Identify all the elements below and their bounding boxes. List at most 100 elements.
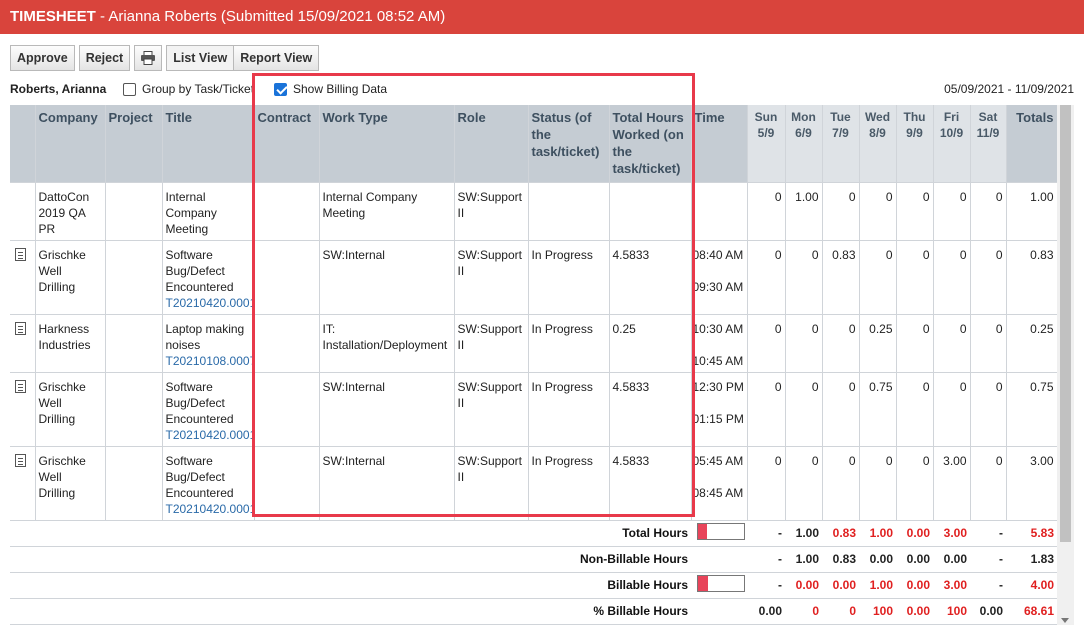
day-hours-cell[interactable]: 0 xyxy=(933,314,971,373)
checkmark-icon[interactable] xyxy=(274,82,287,96)
role-cell: SW:Support II xyxy=(454,240,529,315)
day-hours-cell[interactable]: 3.00 xyxy=(933,446,971,521)
project-cell xyxy=(105,182,163,241)
project-column-header[interactable]: Project xyxy=(105,105,163,183)
time-cell: 05:45 AM 08:45 AM xyxy=(691,446,748,521)
day-hours-cell[interactable]: 0 xyxy=(747,182,786,241)
day-hours-cell[interactable]: 0 xyxy=(785,372,823,447)
ticket-link[interactable]: T20210108.0007 xyxy=(166,353,254,369)
day-hours-cell[interactable]: 0 xyxy=(859,240,897,315)
table-row[interactable]: Grischke Well Drilling Software Bug/Defec… xyxy=(10,240,1058,315)
total-hours-column-header[interactable]: Total Hours Worked (on the task/ticket) xyxy=(609,105,692,183)
day-hours-cell[interactable]: 0 xyxy=(896,446,934,521)
contract-column-header[interactable]: Contract xyxy=(254,105,320,183)
day-hours-cell[interactable]: 0 xyxy=(822,182,860,241)
day-hours-cell[interactable]: 0 xyxy=(785,446,823,521)
row-total-cell: 0.25 xyxy=(1006,314,1058,373)
timesheet-table: Company Project Title Contract Work Type… xyxy=(10,105,1058,625)
day-hours-cell[interactable]: 0 xyxy=(822,372,860,447)
company-cell: DattoCon 2019 QA PR xyxy=(35,182,106,241)
summary-label: Billable Hours xyxy=(10,572,691,599)
day-header-fri: Fri 10/9 xyxy=(933,105,971,183)
project-cell xyxy=(105,372,163,447)
status-cell xyxy=(528,182,610,241)
reject-button[interactable]: Reject xyxy=(78,45,131,71)
time-start: 10:30 AM xyxy=(692,321,744,336)
summary-day-value: 0.00 xyxy=(896,546,933,573)
time-column-header[interactable]: Time xyxy=(691,105,748,183)
summary-day-value: - xyxy=(970,572,1006,599)
day-header-sun: Sun 5/9 xyxy=(747,105,786,183)
summary-bar-cell xyxy=(691,598,747,625)
total-hours-worked-cell: 4.5833 xyxy=(609,372,692,447)
day-hours-cell[interactable]: 0 xyxy=(822,314,860,373)
vertical-scrollbar[interactable] xyxy=(1057,105,1074,625)
day-hours-cell[interactable]: 0 xyxy=(785,314,823,373)
day-hours-cell[interactable]: 0.83 xyxy=(822,240,860,315)
approve-button[interactable]: Approve xyxy=(10,45,75,71)
day-hours-cell[interactable]: 0 xyxy=(970,182,1007,241)
document-icon[interactable] xyxy=(15,321,26,335)
day-hours-cell[interactable]: 0 xyxy=(747,314,786,373)
ticket-link[interactable]: T20210420.0001 xyxy=(166,427,254,443)
scrollbar-thumb[interactable] xyxy=(1060,105,1071,542)
day-hours-cell[interactable]: 0 xyxy=(970,314,1007,373)
company-cell: Harkness Industries xyxy=(35,314,106,373)
work-type-column-header[interactable]: Work Type xyxy=(319,105,455,183)
day-header-mon: Mon 6/9 xyxy=(785,105,823,183)
progress-fill xyxy=(698,575,709,591)
status-column-header[interactable]: Status (of the task/ticket) xyxy=(528,105,610,183)
day-hours-cell[interactable]: 1.00 xyxy=(785,182,823,241)
filter-bar: Roberts, Arianna Group by Task/Ticket Sh… xyxy=(10,82,1074,98)
day-hours-cell[interactable]: 0 xyxy=(970,240,1007,315)
summary-day-value: - xyxy=(747,520,785,547)
summary-day-value: 0.00 xyxy=(896,572,933,599)
work-type-cell: SW:Internal xyxy=(319,372,455,447)
day-hours-cell[interactable]: 0 xyxy=(933,372,971,447)
summary-day-value: 100 xyxy=(933,598,970,625)
group-by-checkbox-box[interactable] xyxy=(123,82,136,96)
document-icon[interactable] xyxy=(15,247,26,261)
table-row[interactable]: Harkness Industries Laptop making noises T… xyxy=(10,314,1058,373)
title-column-header[interactable]: Title xyxy=(162,105,255,183)
table-row[interactable]: DattoCon 2019 QA PR Internal Company Meet… xyxy=(10,182,1058,241)
role-column-header[interactable]: Role xyxy=(454,105,529,183)
total-hours-worked-cell: 0.25 xyxy=(609,314,692,373)
table-row[interactable]: Grischke Well Drilling Software Bug/Defec… xyxy=(10,446,1058,521)
day-hours-cell[interactable]: 0.75 xyxy=(859,372,897,447)
document-icon[interactable] xyxy=(15,453,26,467)
report-view-tab[interactable]: Report View xyxy=(234,45,320,71)
day-hours-cell[interactable]: 0 xyxy=(896,372,934,447)
day-hours-cell[interactable]: 0 xyxy=(747,240,786,315)
day-hours-cell[interactable]: 0 xyxy=(970,372,1007,447)
day-hours-cell[interactable]: 0 xyxy=(970,446,1007,521)
day-hours-cell[interactable]: 0.25 xyxy=(859,314,897,373)
day-hours-cell[interactable]: 0 xyxy=(896,314,934,373)
document-icon[interactable] xyxy=(15,379,26,393)
ticket-link[interactable]: T20210420.0001 xyxy=(166,501,254,517)
list-view-tab[interactable]: List View xyxy=(166,45,235,71)
day-hours-cell[interactable]: 0 xyxy=(896,240,934,315)
contract-cell xyxy=(254,314,320,373)
table-row[interactable]: Grischke Well Drilling Software Bug/Defec… xyxy=(10,372,1058,447)
scroll-down-arrow-icon[interactable] xyxy=(1061,618,1069,623)
day-hours-cell[interactable]: 0 xyxy=(859,446,897,521)
day-hours-cell[interactable]: 0 xyxy=(933,240,971,315)
day-hours-cell[interactable]: 0 xyxy=(785,240,823,315)
day-hours-cell[interactable]: 0 xyxy=(747,446,786,521)
print-button[interactable] xyxy=(134,45,163,71)
status-cell: In Progress xyxy=(528,240,610,315)
summary-day-value: 3.00 xyxy=(933,520,970,547)
day-hours-cell[interactable]: 0 xyxy=(933,182,971,241)
show-billing-data-checkbox[interactable]: Show Billing Data xyxy=(274,82,387,96)
company-column-header[interactable]: Company xyxy=(35,105,106,183)
day-hours-cell[interactable]: 0 xyxy=(859,182,897,241)
group-by-task-checkbox[interactable]: Group by Task/Ticket xyxy=(123,82,254,96)
day-hours-cell[interactable]: 0 xyxy=(896,182,934,241)
time-cell xyxy=(691,182,748,241)
day-hours-cell[interactable]: 0 xyxy=(822,446,860,521)
project-cell xyxy=(105,314,163,373)
ticket-link[interactable]: T20210420.0001 xyxy=(166,295,254,311)
summary-total-value: 5.83 xyxy=(1006,520,1057,547)
day-hours-cell[interactable]: 0 xyxy=(747,372,786,447)
